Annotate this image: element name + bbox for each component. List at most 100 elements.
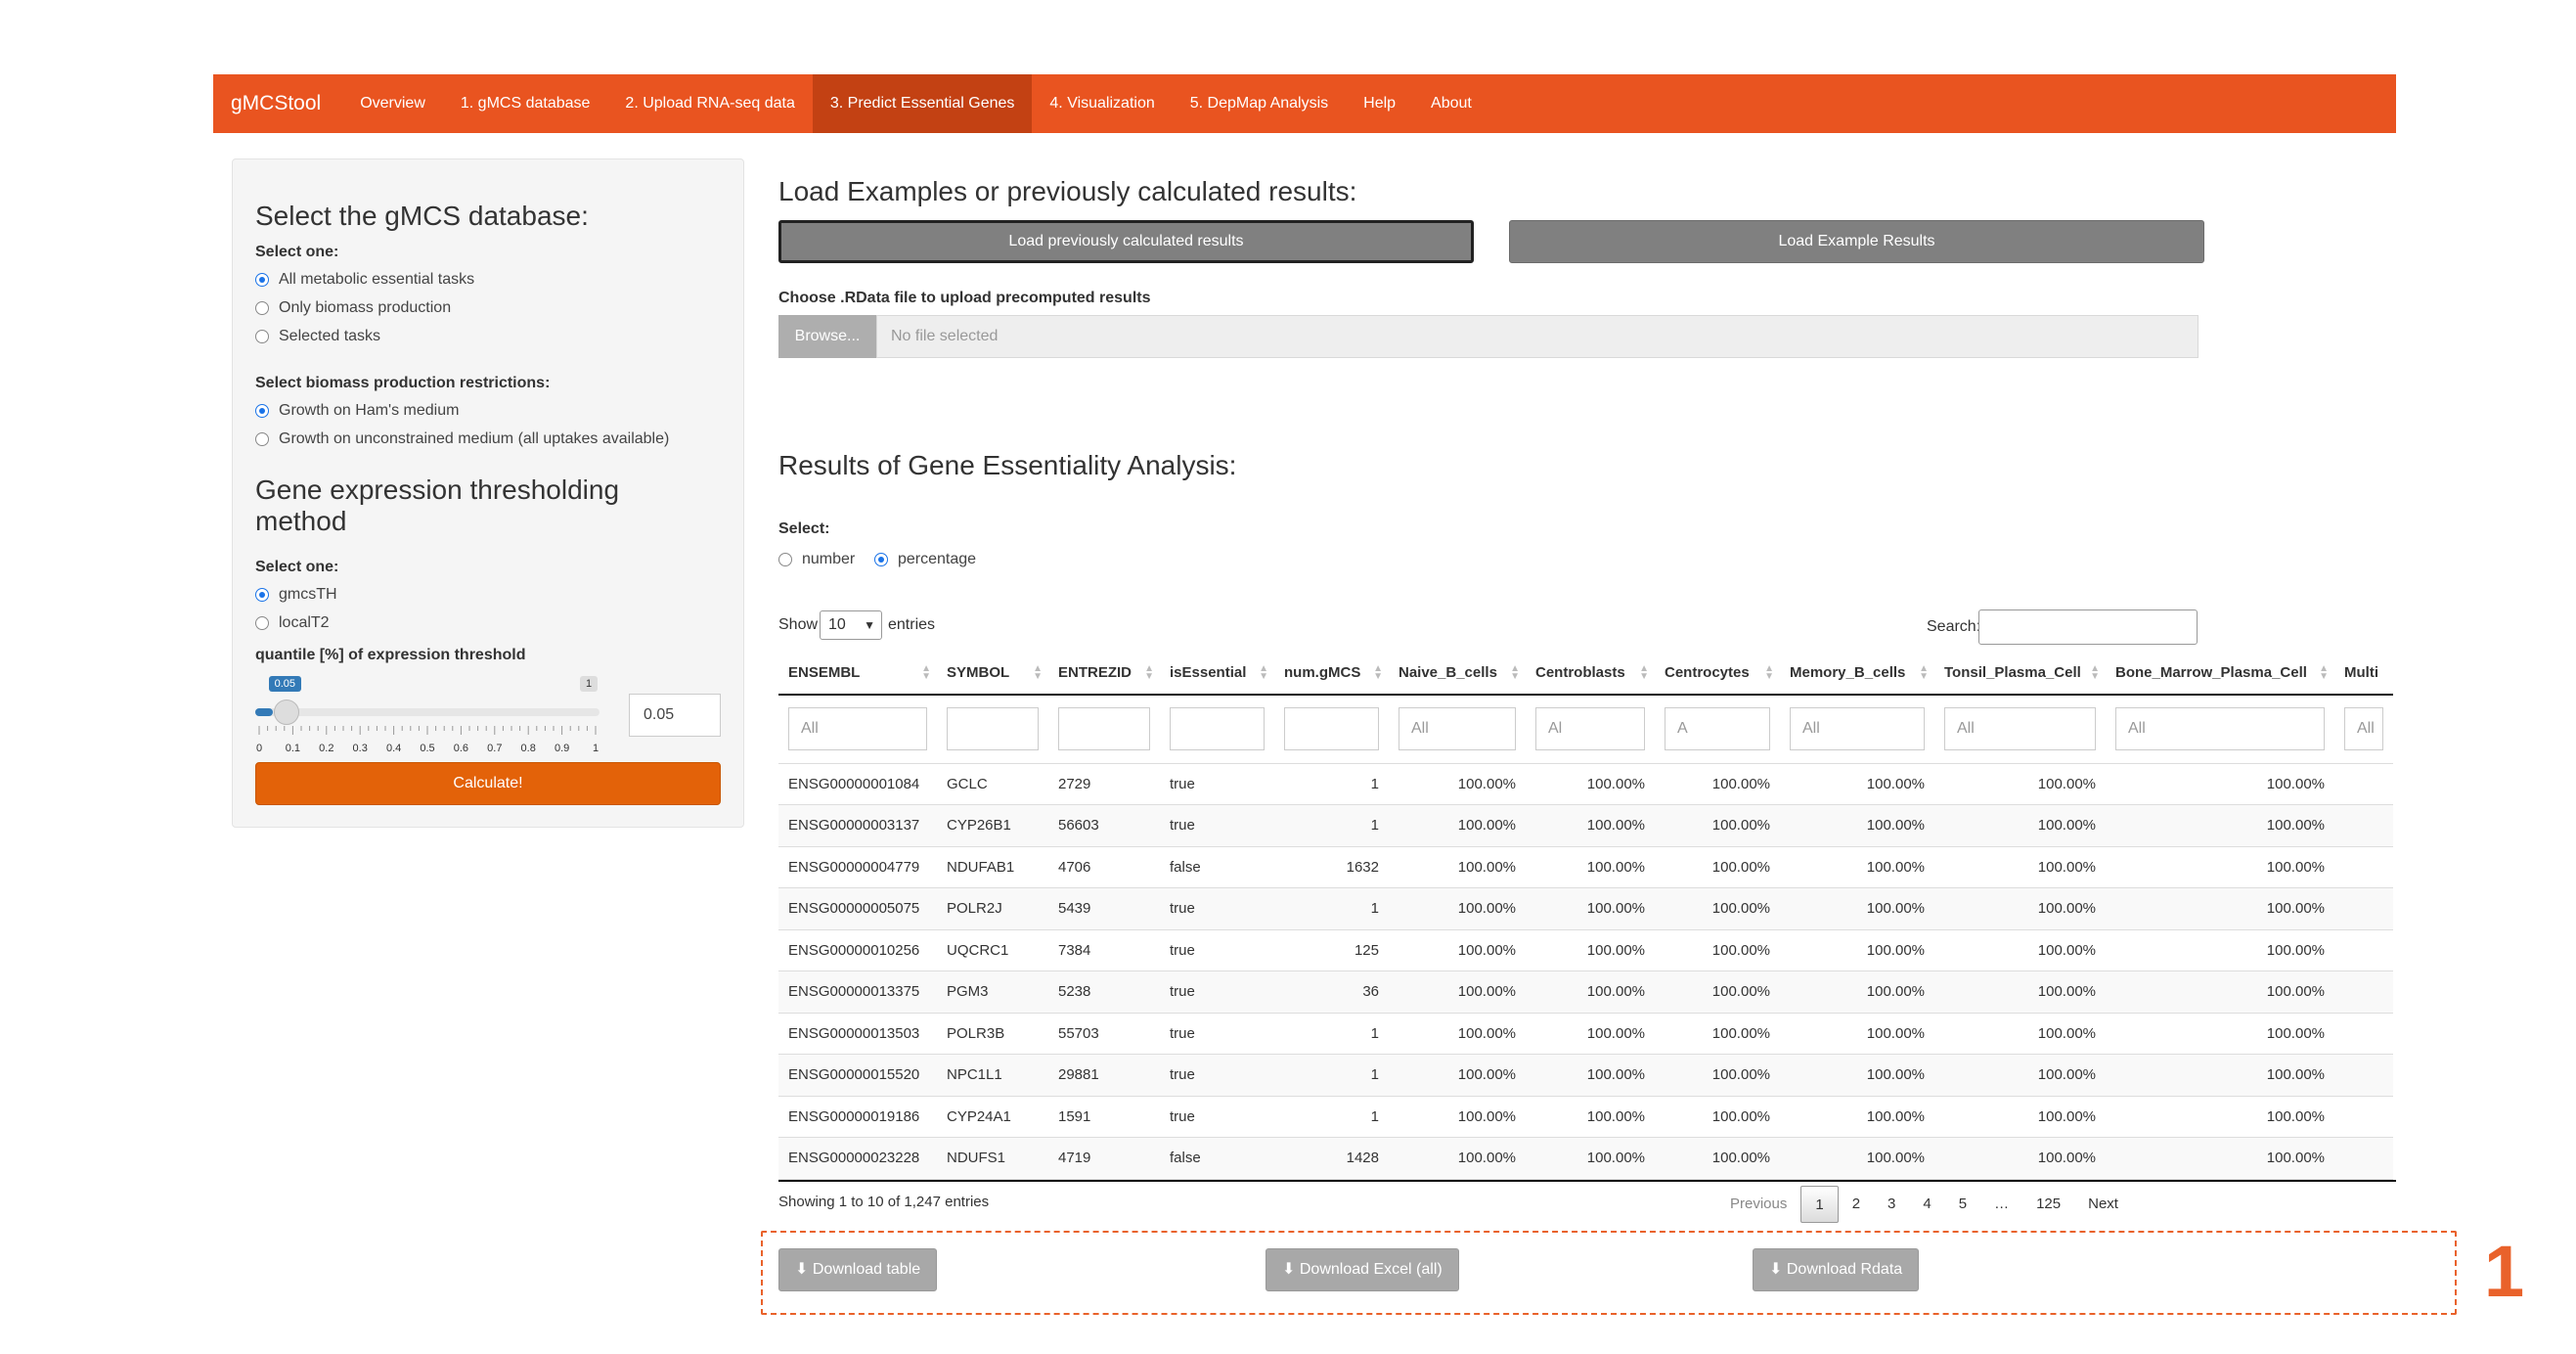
db-option-label: Only biomass production — [279, 299, 452, 316]
column-header[interactable]: ENTREZID ▲ ▼ — [1048, 652, 1160, 696]
slider-tick-label: 0.6 — [453, 743, 469, 754]
mode-number-label: number — [802, 551, 856, 567]
table-cell: 1 — [1274, 887, 1389, 930]
column-filter-input[interactable] — [947, 707, 1039, 751]
threshold-radio-2[interactable]: localT2 — [255, 614, 330, 632]
pager-next[interactable]: Next — [2074, 1186, 2132, 1223]
search-input[interactable] — [1978, 609, 2198, 645]
browse-button[interactable]: Browse... — [778, 315, 876, 358]
table-row[interactable]: ENSG00000003137 CYP26B1 56603 true 1 100.00% 1… — [778, 804, 2393, 847]
brand-title[interactable]: gMCStool — [213, 92, 342, 115]
db-radio-2[interactable]: Only biomass production — [255, 299, 451, 317]
column-header[interactable]: isEssential ▲ ▼ — [1160, 652, 1274, 696]
pager-page[interactable]: 125 — [2022, 1186, 2074, 1223]
quantile-number-input[interactable]: 0.05 — [629, 694, 721, 737]
db-radio-3[interactable]: Selected tasks — [255, 328, 380, 345]
table-row[interactable]: ENSG00000015520 NPC1L1 29881 true 1 100.00% 10… — [778, 1054, 2393, 1097]
table-cell: 100.00% — [1934, 929, 2106, 971]
table-cell: 100.00% — [2106, 1137, 2334, 1180]
mode-radio-number[interactable]: number — [778, 551, 855, 568]
pager-page[interactable]: 1 — [1800, 1186, 1839, 1223]
pager-page[interactable]: … — [1980, 1186, 2022, 1223]
sort-icon: ▲ ▼ — [1259, 663, 1268, 682]
table-cell: true — [1160, 887, 1274, 930]
pager-page[interactable]: 2 — [1839, 1186, 1874, 1223]
navbar: gMCStool Overview 1. gMCS database 2. Uplo… — [213, 74, 2396, 133]
pager-page[interactable]: 4 — [1909, 1186, 1944, 1223]
nav-item-5[interactable]: 4. Visualization — [1032, 74, 1172, 133]
column-header[interactable]: SYMBOL ▲ ▼ — [937, 652, 1048, 696]
quantile-slider-handle[interactable] — [273, 700, 299, 725]
download-rdata-button[interactable]: ⬇ Download Rdata — [1753, 1248, 1920, 1291]
column-header[interactable]: ENSEMBL ▲ ▼ — [778, 652, 937, 696]
nav-item-8[interactable]: About — [1413, 74, 1489, 133]
nav-item-6[interactable]: 5. DepMap Analysis — [1173, 74, 1346, 133]
table-row[interactable]: ENSG00000019186 CYP24A1 1591 true 1 100.00% 10… — [778, 1096, 2393, 1138]
column-filter-input[interactable]: A — [1665, 707, 1770, 751]
table-cell: 100.00% — [1655, 1013, 1780, 1055]
load-example-button[interactable]: Load Example Results — [1509, 220, 2204, 263]
nav-item-4[interactable]: 3. Predict Essential Genes — [812, 74, 1033, 133]
search-label: Search: — [1927, 618, 1981, 635]
load-previous-button[interactable]: Load previously calculated results — [778, 220, 1474, 263]
column-filter-input[interactable] — [1058, 707, 1150, 751]
pager-previous[interactable]: Previous — [1716, 1186, 1800, 1223]
table-cell — [2334, 1096, 2393, 1138]
biomass-radio-2[interactable]: Growth on unconstrained medium (all upta… — [255, 430, 669, 448]
filter-cell: All — [2106, 695, 2334, 764]
table-row[interactable]: ENSG00000010256 UQCRC1 7384 true 125 100.00% 1… — [778, 929, 2393, 971]
column-filter-input[interactable]: All — [1944, 707, 2096, 751]
column-header[interactable]: Centrocytes ▲ ▼ — [1655, 652, 1780, 696]
nav-item-7[interactable]: Help — [1346, 74, 1413, 133]
column-header[interactable]: num.gMCS ▲ ▼ — [1274, 652, 1389, 696]
column-filter-input[interactable] — [1284, 707, 1379, 751]
table-cell: ENSG00000023228 — [778, 1137, 937, 1180]
filter-cell — [1160, 695, 1274, 764]
table-row[interactable]: ENSG00000005075 POLR2J 5439 true 1 100.00% 100… — [778, 887, 2393, 930]
table-row[interactable]: ENSG00000004779 NDUFAB1 4706 false 1632 100.0… — [778, 846, 2393, 888]
column-header[interactable]: Memory_B_cells ▲ ▼ — [1780, 652, 1934, 696]
table-cell: true — [1160, 970, 1274, 1014]
biomass-radio-1[interactable]: Growth on Ham's medium — [255, 402, 459, 420]
filter-cell: A — [1655, 695, 1780, 764]
table-row[interactable]: ENSG00000023228 NDUFS1 4719 false 1428 100.00… — [778, 1137, 2393, 1180]
download-excel-button[interactable]: ⬇ Download Excel (all) — [1266, 1248, 1459, 1291]
column-filter-input[interactable]: All — [1399, 707, 1516, 751]
entries-select[interactable]: 10 ▼ — [820, 610, 882, 640]
table-cell: 100.00% — [2106, 970, 2334, 1014]
nav-item-2[interactable]: 1. gMCS database — [443, 74, 608, 133]
column-header-label: Centrocytes — [1665, 664, 1750, 681]
column-header[interactable]: Bone_Marrow_Plasma_Cell ▲ ▼ — [2106, 652, 2334, 696]
download-table-button[interactable]: ⬇ Download table — [778, 1248, 938, 1291]
file-name-field[interactable]: No file selected — [876, 315, 2198, 358]
table-row[interactable]: ENSG00000001084 GCLC 2729 true 1 100.00% 100.0… — [778, 763, 2393, 805]
column-filter-input[interactable] — [1170, 707, 1265, 751]
nav-item-1[interactable]: Overview — [342, 74, 443, 133]
mode-radio-percentage[interactable]: percentage — [874, 551, 976, 568]
db-radio-1[interactable]: All metabolic essential tasks — [255, 271, 474, 289]
column-filter-input[interactable]: All — [788, 707, 927, 751]
column-header[interactable]: Centroblasts ▲ ▼ — [1526, 652, 1655, 696]
column-filter-input[interactable]: All — [2115, 707, 2325, 751]
nav-item-3[interactable]: 2. Upload RNA-seq data — [607, 74, 812, 133]
table-cell: CYP26B1 — [937, 804, 1048, 847]
table-cell: 1 — [1274, 804, 1389, 847]
table-cell: ENSG00000005075 — [778, 887, 937, 930]
column-header[interactable]: Naive_B_cells ▲ ▼ — [1389, 652, 1526, 696]
pager-page[interactable]: 3 — [1874, 1186, 1909, 1223]
threshold-radio-1[interactable]: gmcsTH — [255, 586, 337, 604]
table-row[interactable]: ENSG00000013375 PGM3 5238 true 36 100.00% 100.… — [778, 970, 2393, 1014]
column-filter-input[interactable]: All — [1790, 707, 1925, 751]
column-filter-input[interactable]: Al — [1535, 707, 1645, 751]
table-cell: 100.00% — [1389, 1096, 1526, 1138]
filter-cell: All — [1934, 695, 2106, 764]
pager-page[interactable]: 5 — [1945, 1186, 1980, 1223]
quantile-slider-track[interactable] — [255, 708, 600, 716]
column-header[interactable]: Tonsil_Plasma_Cell ▲ ▼ — [1934, 652, 2106, 696]
table-cell: 100.00% — [1655, 846, 1780, 888]
table-row[interactable]: ENSG00000013503 POLR3B 55703 true 1 100.00% 10… — [778, 1013, 2393, 1055]
table-cell: 100.00% — [1526, 887, 1655, 930]
column-filter-input[interactable]: All — [2344, 707, 2383, 751]
column-header[interactable]: Multi — [2334, 652, 2393, 696]
calculate-button[interactable]: Calculate! — [255, 762, 721, 805]
